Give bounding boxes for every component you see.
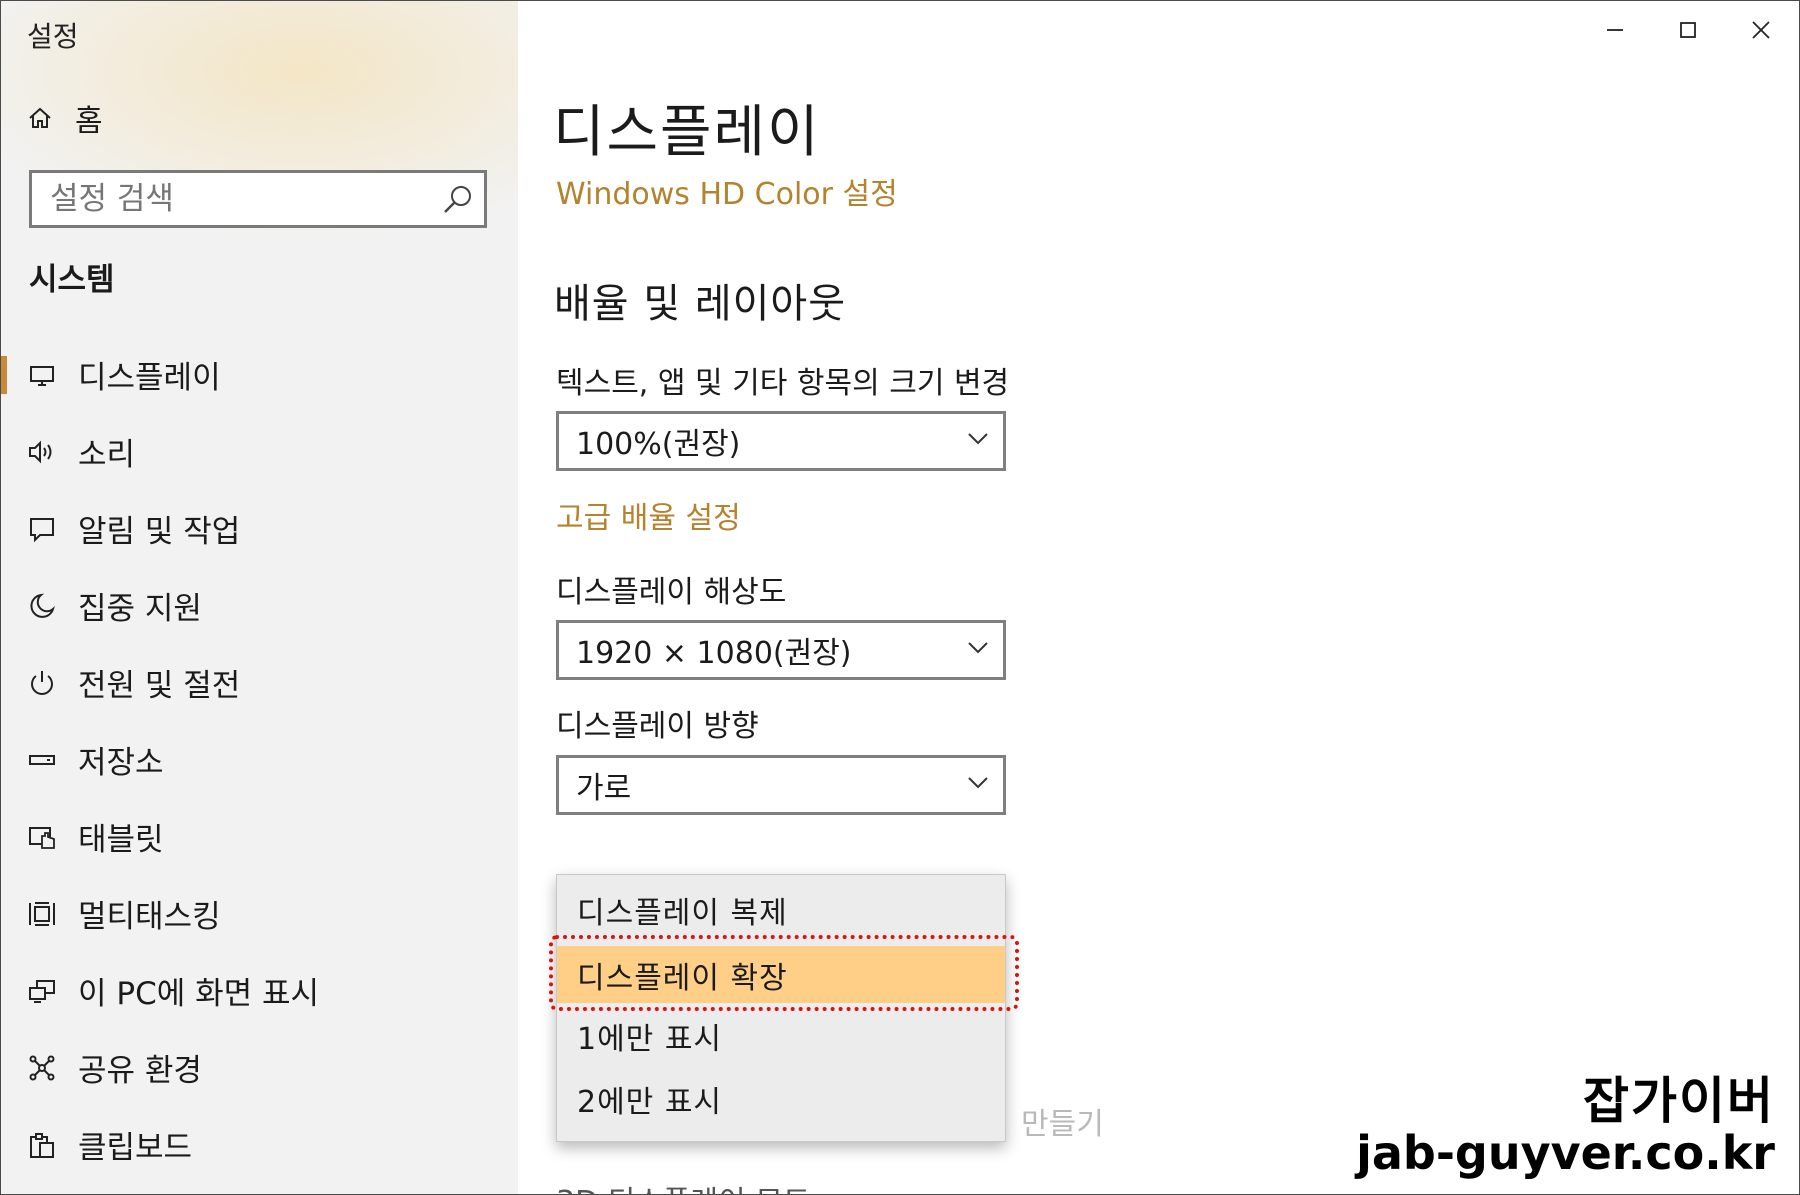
sidebar-item-label: 알림 및 작업 bbox=[78, 514, 241, 550]
clipboard-icon bbox=[27, 1130, 57, 1160]
menu-option-label: 2에만 표시 bbox=[577, 1084, 723, 1120]
app-title: 설정 bbox=[27, 20, 79, 53]
project-icon bbox=[27, 976, 57, 1006]
sidebar-item-multitasking[interactable]: 멀티태스킹 bbox=[1, 875, 518, 952]
section-heading: 배율 및 레이아웃 bbox=[554, 281, 847, 327]
sidebar-item-sound[interactable]: 소리 bbox=[1, 413, 518, 490]
watermark-title: 잡가이버 bbox=[1583, 1072, 1775, 1130]
sidebar-item-shared-experiences[interactable]: 공유 환경 bbox=[1, 1029, 518, 1106]
power-icon bbox=[27, 668, 57, 698]
search-input[interactable] bbox=[48, 180, 412, 218]
settings-window: 설정 홈 시스템 디스플레이 bbox=[0, 0, 1800, 1195]
menu-option-only-1[interactable]: 1에만 표시 bbox=[557, 1007, 1005, 1064]
sidebar-item-label: 저장소 bbox=[78, 745, 164, 781]
resolution-dropdown[interactable]: 1920 × 1080(권장) bbox=[556, 620, 1006, 680]
orientation-dropdown[interactable]: 가로 bbox=[556, 755, 1006, 815]
sidebar-nav: 디스플레이 소리 알림 및 작업 집중 지원 전원 및 절전 저장소 태블릿 멀… bbox=[1, 336, 518, 1183]
sidebar-item-label: 소리 bbox=[78, 437, 136, 473]
sidebar-item-display[interactable]: 디스플레이 bbox=[1, 336, 518, 413]
home-nav-item[interactable]: 홈 bbox=[27, 96, 103, 140]
notification-icon bbox=[27, 514, 57, 544]
share-icon bbox=[27, 1053, 57, 1083]
menu-option-label: 디스플레이 복제 bbox=[577, 895, 788, 931]
sidebar-item-notifications[interactable]: 알림 및 작업 bbox=[1, 490, 518, 567]
tablet-icon bbox=[27, 822, 57, 852]
search-box[interactable] bbox=[29, 170, 487, 228]
chevron-down-icon bbox=[967, 776, 989, 790]
sidebar-item-label: 집중 지원 bbox=[78, 591, 202, 627]
sidebar-item-clipboard[interactable]: 클립보드 bbox=[1, 1106, 518, 1183]
page-title: 디스플레이 bbox=[553, 100, 821, 165]
chevron-down-icon bbox=[967, 432, 989, 446]
speaker-icon bbox=[27, 437, 57, 467]
advanced-scaling-link[interactable]: 고급 배율 설정 bbox=[556, 493, 741, 537]
monitor-icon bbox=[27, 360, 57, 390]
sidebar-item-storage[interactable]: 저장소 bbox=[1, 721, 518, 798]
obscured-text-right: 만들기 bbox=[1021, 1107, 1104, 1142]
sidebar-item-label: 멀티태스킹 bbox=[78, 899, 221, 935]
section-title: 시스템 bbox=[29, 262, 115, 298]
scale-label: 텍스트, 앱 및 기타 항목의 크기 변경 bbox=[556, 366, 1010, 401]
watermark-url: jab-guyver.co.kr bbox=[1356, 1126, 1775, 1180]
orientation-label: 디스플레이 방향 bbox=[556, 709, 759, 744]
multitasking-icon bbox=[27, 899, 57, 929]
multi-display-menu: 디스플레이 복제 디스플레이 확장 1에만 표시 2에만 표시 bbox=[556, 874, 1006, 1142]
home-label: 홈 bbox=[75, 104, 103, 139]
scale-dropdown[interactable]: 100%(권장) bbox=[556, 411, 1006, 471]
resolution-label: 디스플레이 해상도 bbox=[556, 575, 787, 610]
menu-option-label: 디스플레이 확장 bbox=[577, 960, 788, 996]
sidebar-item-focus-assist[interactable]: 집중 지원 bbox=[1, 567, 518, 644]
storage-icon bbox=[27, 745, 57, 775]
menu-option-extend[interactable]: 디스플레이 확장 bbox=[557, 946, 1005, 1003]
search-icon[interactable] bbox=[442, 184, 474, 216]
sidebar-item-project[interactable]: 이 PC에 화면 표시 bbox=[1, 952, 518, 1029]
sidebar: 설정 홈 시스템 디스플레이 bbox=[1, 1, 518, 1194]
home-icon bbox=[27, 105, 53, 131]
orientation-value: 가로 bbox=[576, 771, 632, 806]
sidebar-item-label: 이 PC에 화면 표시 bbox=[78, 976, 320, 1012]
sidebar-item-label: 태블릿 bbox=[78, 822, 164, 858]
sidebar-item-label: 클립보드 bbox=[78, 1130, 193, 1166]
obscured-text-bottom: 3D 디스플레이 모드 bbox=[556, 1177, 810, 1194]
sidebar-item-label: 공유 환경 bbox=[78, 1053, 202, 1089]
sidebar-item-label: 전원 및 절전 bbox=[78, 668, 241, 704]
menu-option-label: 1에만 표시 bbox=[577, 1021, 723, 1057]
hd-color-link[interactable]: Windows HD Color 설정 bbox=[556, 169, 898, 213]
sidebar-item-tablet[interactable]: 태블릿 bbox=[1, 798, 518, 875]
chevron-down-icon bbox=[967, 641, 989, 655]
resolution-value: 1920 × 1080(권장) bbox=[576, 636, 852, 671]
moon-icon bbox=[27, 591, 57, 621]
sidebar-item-power[interactable]: 전원 및 절전 bbox=[1, 644, 518, 721]
menu-option-only-2[interactable]: 2에만 표시 bbox=[557, 1070, 1005, 1127]
sidebar-item-label: 디스플레이 bbox=[78, 360, 221, 396]
menu-option-duplicate[interactable]: 디스플레이 복제 bbox=[557, 881, 1005, 938]
scale-value: 100%(권장) bbox=[576, 427, 741, 462]
